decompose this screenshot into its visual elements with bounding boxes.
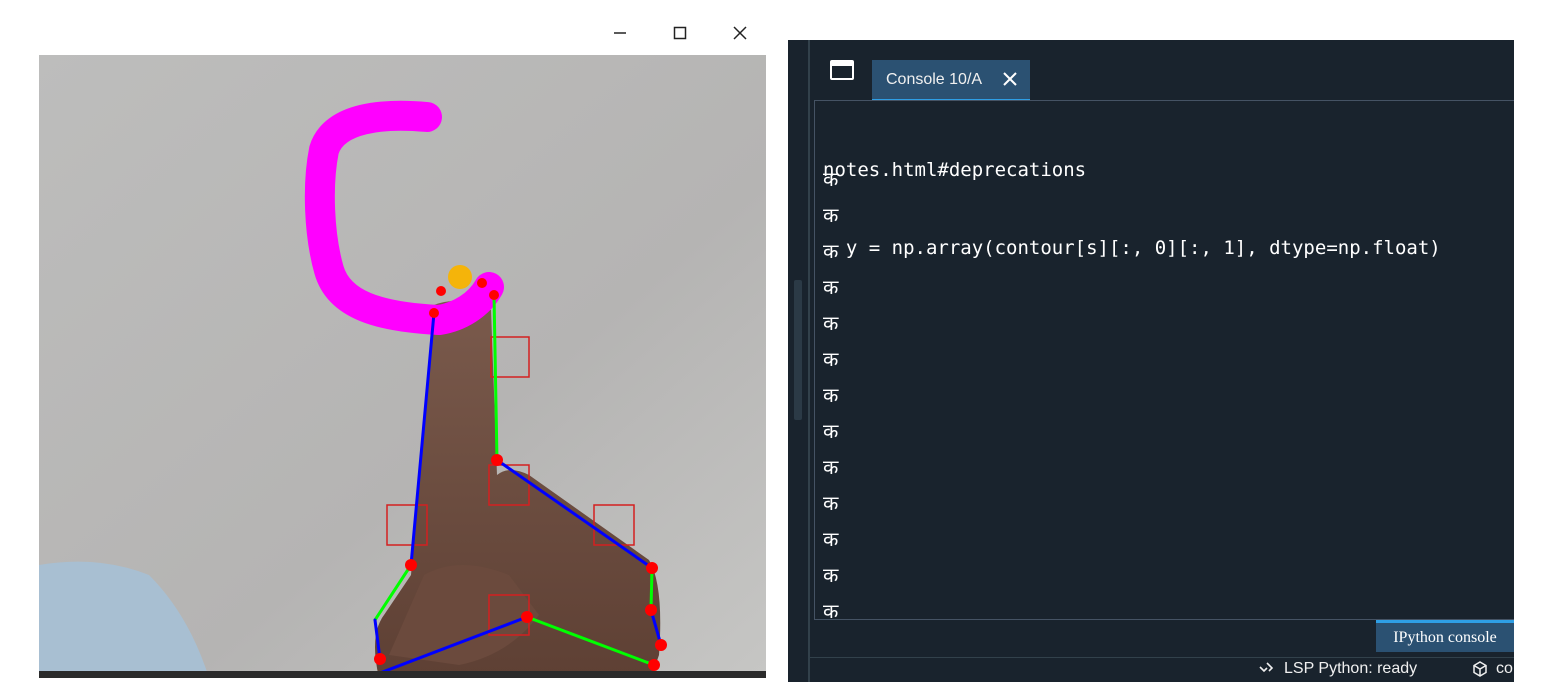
camera-window bbox=[0, 0, 780, 698]
output-line: क bbox=[823, 275, 839, 299]
window-controls bbox=[600, 18, 770, 48]
close-icon bbox=[733, 26, 747, 40]
ide-console-window: Console 10/A notes.html#deprecations y =… bbox=[788, 40, 1514, 682]
tab-label: Console 10/A bbox=[886, 70, 983, 88]
lsp-status-label: LSP Python: ready bbox=[1284, 660, 1418, 677]
console-line: notes.html#deprecations bbox=[823, 159, 1087, 181]
output-line: क bbox=[823, 527, 839, 551]
console-log: notes.html#deprecations y = np.array(con… bbox=[823, 105, 1514, 313]
output-line: क bbox=[823, 419, 839, 443]
lsp-status-icon bbox=[1259, 662, 1274, 673]
close-button[interactable] bbox=[720, 18, 760, 48]
output-line: क bbox=[823, 455, 839, 479]
output-line: क bbox=[823, 203, 839, 227]
frame-bottom-bar bbox=[39, 671, 766, 678]
output-line: क bbox=[823, 383, 839, 407]
console-line: y = np.array(contour[s][:, 0][:, 1], dty… bbox=[823, 237, 1441, 259]
maximize-icon bbox=[673, 26, 687, 40]
close-icon[interactable] bbox=[1000, 69, 1020, 89]
output-line: क bbox=[823, 599, 839, 623]
minimize-icon bbox=[614, 32, 626, 34]
console-tabbar: Console 10/A bbox=[810, 40, 1514, 102]
fingertip-marker bbox=[448, 265, 472, 289]
camera-scene bbox=[39, 55, 766, 678]
output-line: क bbox=[823, 311, 839, 335]
status-env[interactable]: co bbox=[1472, 660, 1513, 678]
status-bar: LSP Python: ready co bbox=[810, 657, 1514, 682]
output-line: क bbox=[823, 167, 839, 191]
output-line: क bbox=[823, 563, 839, 587]
minimize-button[interactable] bbox=[600, 18, 640, 48]
package-icon bbox=[1473, 661, 1487, 677]
env-status-label: co bbox=[1496, 660, 1513, 677]
output-line: क bbox=[823, 239, 839, 263]
camera-feed bbox=[39, 55, 766, 678]
status-lsp[interactable]: LSP Python: ready bbox=[1258, 660, 1417, 678]
ide-side-strip bbox=[788, 40, 810, 682]
pane-options-icon[interactable] bbox=[830, 60, 854, 80]
output-line: क bbox=[823, 347, 839, 371]
output-lines: क क क क क क क क क क क क क bbox=[823, 161, 838, 629]
console-output[interactable]: notes.html#deprecations y = np.array(con… bbox=[814, 100, 1514, 623]
tab-console-10a[interactable]: Console 10/A bbox=[872, 60, 1030, 102]
maximize-button[interactable] bbox=[660, 18, 700, 48]
output-line: क bbox=[823, 491, 839, 515]
tab-ipython-console[interactable]: IPython console bbox=[1376, 620, 1514, 652]
splitter-handle[interactable] bbox=[794, 280, 802, 420]
bottom-tab-label: IPython console bbox=[1393, 628, 1497, 646]
